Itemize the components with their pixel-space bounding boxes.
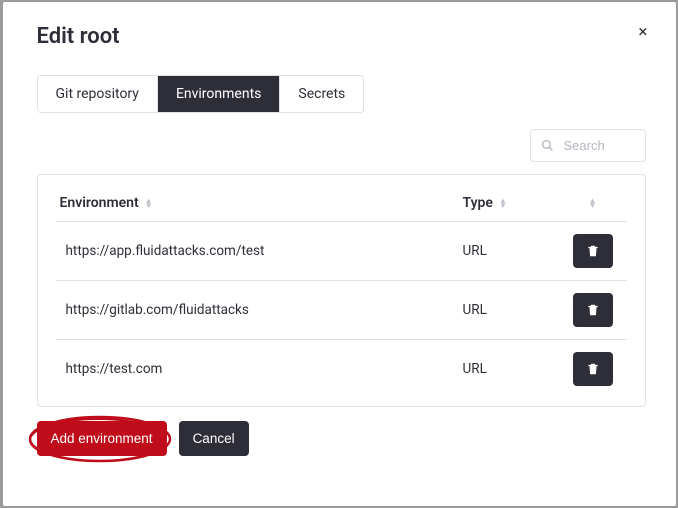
tab-secrets[interactable]: Secrets <box>280 76 363 112</box>
search-box[interactable] <box>530 129 646 162</box>
header-type[interactable]: Type <box>463 195 493 211</box>
header-environment[interactable]: Environment <box>60 195 139 211</box>
trash-icon <box>586 303 600 317</box>
tab-bar: Git repository Environments Secrets <box>37 75 365 113</box>
tab-git-repository[interactable]: Git repository <box>38 76 158 112</box>
table-header: Environment ▲▼ Type ▲▼ ▲▼ <box>56 183 627 222</box>
cell-environment: https://gitlab.com/fluidattacks <box>60 302 463 318</box>
cell-environment: https://app.fluidattacks.com/test <box>60 243 463 259</box>
search-input[interactable] <box>562 137 632 154</box>
environments-table: Environment ▲▼ Type ▲▼ ▲▼ https://app.fl… <box>37 174 646 407</box>
cell-environment: https://test.com <box>60 361 463 377</box>
delete-button[interactable] <box>573 234 613 268</box>
add-environment-button[interactable]: Add environment <box>37 421 167 456</box>
modal-title: Edit root <box>37 24 646 49</box>
table-row: https://test.com URL <box>56 340 627 398</box>
cell-type: URL <box>463 361 563 377</box>
sort-icon[interactable]: ▲▼ <box>589 198 597 208</box>
search-icon <box>541 139 554 152</box>
table-row: https://gitlab.com/fluidattacks URL <box>56 281 627 340</box>
cell-type: URL <box>463 243 563 259</box>
tab-environments[interactable]: Environments <box>158 76 280 112</box>
footer-buttons: Add environment Cancel <box>37 421 646 456</box>
trash-icon <box>586 244 600 258</box>
delete-button[interactable] <box>573 352 613 386</box>
sort-icon[interactable]: ▲▼ <box>145 198 153 208</box>
trash-icon <box>586 362 600 376</box>
close-icon[interactable]: × <box>638 22 647 42</box>
sort-icon[interactable]: ▲▼ <box>499 198 507 208</box>
edit-root-modal: Edit root × Git repository Environments … <box>3 2 676 506</box>
cancel-button[interactable]: Cancel <box>179 421 249 456</box>
table-row: https://app.fluidattacks.com/test URL <box>56 222 627 281</box>
cell-type: URL <box>463 302 563 318</box>
delete-button[interactable] <box>573 293 613 327</box>
